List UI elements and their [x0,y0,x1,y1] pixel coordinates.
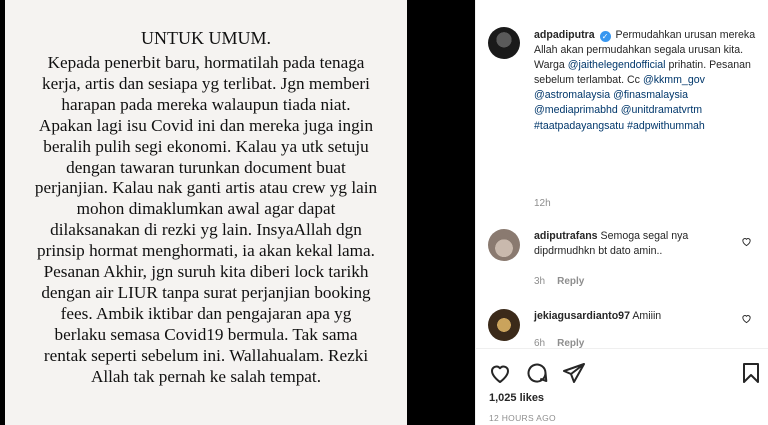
caption-username[interactable]: adpadiputra [534,29,595,41]
verified-badge-icon: ✓ [599,31,611,42]
image-panel-gap [407,0,475,425]
post-text-line: beralih pulih segi ekonomi. Kalau ya utk… [43,136,369,156]
share-icon[interactable] [562,361,586,385]
comment-item: adiputrafans Semoga segal nya dipdrmudhk… [534,229,734,259]
action-bar: 1,025 likes 12 HOURS AGO [476,348,768,425]
comment-icon[interactable] [525,361,549,385]
post-text-line: perjanjian. Kalau nak ganti artis atau c… [34,178,378,198]
post-text-line: fees. Ambik iktibar dan pengajaran apa y… [60,303,352,323]
post-image-text: Kepada penerbit baru, hormatilah pada te… [5,53,407,388]
author-avatar[interactable] [488,27,520,59]
commenter-avatar[interactable] [488,309,520,341]
caption-mention[interactable]: @unitdramatvrtm [621,104,702,116]
comment-text: Amiiin [632,310,662,322]
post-image: UNTUK UMUM. Kepada penerbit baru, hormat… [5,0,407,425]
caption-hashtag[interactable]: #adpwithummah [627,120,705,132]
post-text-line: prinsip hormat menghormati, ia akan keka… [37,241,375,261]
caption-mention[interactable]: @finasmalaysia [613,89,688,101]
post-text-line: Apakan lagi isu Covid ini dan mereka jug… [38,115,374,135]
reply-button[interactable]: Reply [557,276,584,287]
comment-item: jekiagusardianto97 Amiiin [534,309,734,324]
comment-username[interactable]: jekiagusardianto97 [534,310,630,322]
post-text-line: dengan tawaran turunkan document buat [66,157,346,177]
caption-mention[interactable]: @astromalaysia [534,89,610,101]
post-caption: adpadiputra ✓ Permudahkan urusan mereka … [534,28,762,134]
post-text-line: harapan pada mereka walaupun tiada niat. [61,94,351,114]
comment-meta: 3h Reply [534,276,584,287]
caption-timestamp[interactable]: 12h [534,198,551,209]
bookmark-icon[interactable] [739,361,763,385]
post-text-line: rentak seperti sebelum ini. Wallahualam.… [43,345,369,365]
caption-mention[interactable]: @mediaprimabhd [534,104,618,116]
post-text-line: Pesanan Akhir, jgn suruh kita diberi loc… [43,262,369,282]
comment-age[interactable]: 3h [534,276,545,287]
post-text-line: dilaksanakan di rezki yg lain. InsyaAlla… [50,220,362,240]
small-heart-icon[interactable] [741,313,752,327]
caption-mention[interactable]: @jaithelegendofficial [568,59,666,71]
comment-username[interactable]: adiputrafans [534,230,598,242]
post-text-line: Kepada penerbit baru, hormatilah pada te… [47,53,365,72]
commenter-avatar[interactable] [488,229,520,261]
small-heart-icon[interactable] [741,236,752,250]
post-text-line: dengan air LIUR tanpa surat perjanjian b… [41,282,371,302]
caption-hashtag[interactable]: #taatpadayangsatu [534,120,624,132]
post-image-title: UNTUK UMUM. [141,28,271,48]
post-age[interactable]: 12 HOURS AGO [489,413,556,423]
post-text-line: berlaku semasa Covid19 bermula. Tak sama [54,324,358,344]
likes-count[interactable]: 1,025 likes [489,392,544,404]
post-text-line: mohon dimaklumkan awal agar dapat [76,199,336,219]
post-side-panel: adpadiputra ✓ Permudahkan urusan mereka … [475,0,768,425]
caption-mention[interactable]: @kkmm_gov [643,74,705,86]
heart-icon[interactable] [488,361,512,385]
post-text-line: Allah tak pernah ke salah tempat. [90,366,322,386]
post-text-line: kerja, artis dan sesiapa yg terlibat. Jg… [42,73,370,93]
